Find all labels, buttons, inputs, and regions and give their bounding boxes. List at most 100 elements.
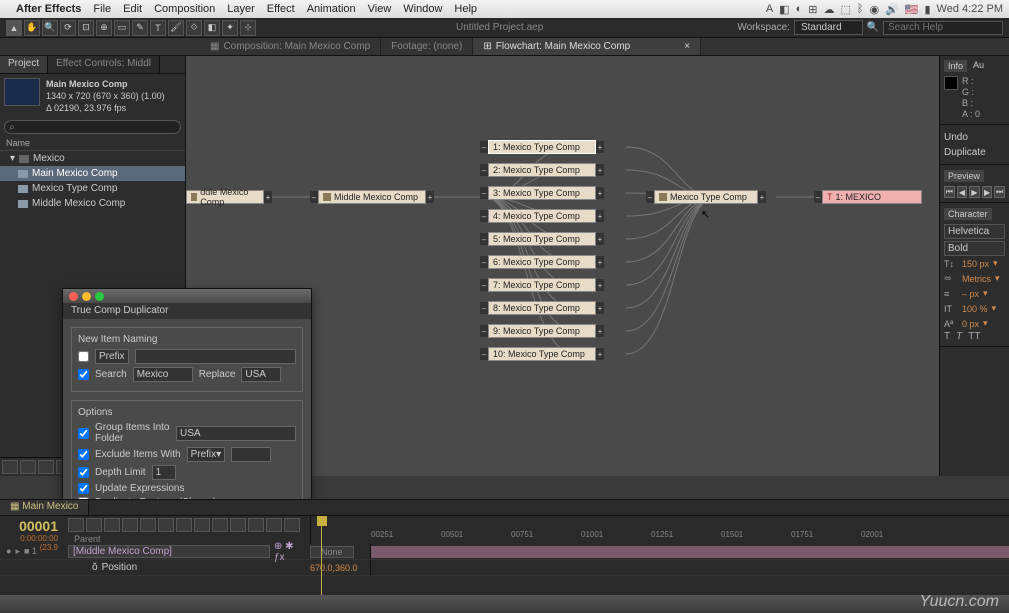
layer-row[interactable]: ●▸■ 1 [Middle Mexico Comp]⊕ ✱ ƒx None <box>0 544 1009 560</box>
exclude-input[interactable] <box>231 447 271 462</box>
search-checkbox[interactable] <box>78 369 89 380</box>
prefix-mode[interactable]: Prefix <box>95 349 129 364</box>
roto-tool[interactable]: ✦ <box>222 20 238 36</box>
selection-tool[interactable]: ▲ <box>6 20 22 36</box>
menu-effect[interactable]: Effect <box>267 3 295 15</box>
timeline-tab[interactable]: ▦ Main Mexico <box>0 500 89 515</box>
wifi-icon[interactable]: ◉ <box>869 3 879 16</box>
help-search[interactable] <box>883 21 1003 35</box>
rotate-tool[interactable]: ⟳ <box>60 20 76 36</box>
depth-input[interactable] <box>152 465 176 480</box>
next-frame-button[interactable]: ▶ <box>982 186 993 198</box>
flow-node[interactable]: –9: Mexico Type Comp+ <box>488 324 596 338</box>
flow-node[interactable]: –10: Mexico Type Comp+ <box>488 347 596 361</box>
display-icon[interactable]: ⊞ <box>808 3 817 16</box>
folder-row[interactable]: ▾Mexico <box>0 151 185 166</box>
brush-tool[interactable]: 🖌 <box>168 20 184 36</box>
project-tab[interactable]: Project <box>0 56 48 73</box>
timeline-tool[interactable] <box>122 518 138 532</box>
vscale[interactable]: 100 % <box>962 304 988 314</box>
prefix-input[interactable] <box>135 349 296 364</box>
eraser-tool[interactable]: ◧ <box>204 20 220 36</box>
bold-icon[interactable]: T <box>944 331 950 342</box>
timeline-tool[interactable] <box>284 518 300 532</box>
font-size[interactable]: 150 px <box>962 259 989 269</box>
search-input[interactable] <box>133 367 193 382</box>
cloud-icon[interactable]: ☁ <box>823 3 834 16</box>
flow-node[interactable]: –2: Mexico Type Comp+ <box>488 163 596 177</box>
puppet-tool[interactable]: ⊹ <box>240 20 256 36</box>
italic-icon[interactable]: T <box>956 331 962 342</box>
flow-node[interactable]: –3: Mexico Type Comp+ <box>488 186 596 200</box>
replace-input[interactable] <box>241 367 281 382</box>
window-titlebar[interactable] <box>63 289 311 303</box>
character-tab[interactable]: Character <box>944 208 992 220</box>
app-menu[interactable]: After Effects <box>16 3 81 15</box>
flow-node[interactable]: –Mexico Type Comp+ <box>654 190 758 204</box>
timeline-tool[interactable] <box>212 518 228 532</box>
tab-composition[interactable]: ▦Composition: Main Mexico Comp <box>200 38 381 55</box>
hand-tool[interactable]: ✋ <box>24 20 40 36</box>
zoom-tool[interactable]: 🔍 <box>42 20 58 36</box>
type-tool[interactable]: T <box>150 20 166 36</box>
layer-source[interactable]: [Middle Mexico Comp] <box>68 545 270 558</box>
flow-node[interactable]: –Middle Mexico Comp+ <box>318 190 426 204</box>
timeline-tool[interactable] <box>176 518 192 532</box>
flow-node[interactable]: –6: Mexico Type Comp+ <box>488 255 596 269</box>
first-frame-button[interactable]: ⏮ <box>944 186 955 198</box>
group-folder-input[interactable] <box>176 426 296 441</box>
adobe-icon[interactable]: A <box>766 3 773 15</box>
workspace-select[interactable]: Standard <box>794 20 863 35</box>
battery-icon[interactable]: ▮ <box>924 3 930 16</box>
group-checkbox[interactable] <box>78 428 89 439</box>
project-item[interactable]: Middle Mexico Comp <box>0 196 185 211</box>
blend-mode[interactable]: None <box>310 546 354 558</box>
bluetooth-icon[interactable]: ᛒ <box>857 3 864 15</box>
cti-head[interactable] <box>317 516 327 526</box>
interpret-icon[interactable] <box>2 460 18 474</box>
tab-flowchart[interactable]: ⊞Flowchart: Main Mexico Comp× <box>473 38 701 55</box>
col-header-name[interactable]: Name <box>0 136 185 151</box>
tracking[interactable]: – px <box>962 289 979 299</box>
clock[interactable]: Wed 4:22 PM <box>937 3 1003 15</box>
kerning[interactable]: Metrics <box>962 274 991 284</box>
property-row[interactable]: ŏPosition 670.0,360.0 <box>0 560 1009 576</box>
timeline-tool[interactable] <box>68 518 84 532</box>
flow-node[interactable]: ddle Mexico Comp+ <box>186 190 264 204</box>
clone-tool[interactable]: ⟐ <box>186 20 202 36</box>
font-select[interactable]: Helvetica <box>944 224 1005 239</box>
tab-footage[interactable]: Footage: (none) <box>381 38 473 55</box>
menu-animation[interactable]: Animation <box>307 3 356 15</box>
last-frame-button[interactable]: ⏭ <box>994 186 1005 198</box>
current-time[interactable]: 00001 <box>4 518 58 534</box>
dropbox-icon[interactable]: ⬚ <box>840 3 850 16</box>
timeline-tool[interactable] <box>266 518 282 532</box>
flag-icon[interactable]: 🇺🇸 <box>905 3 919 16</box>
status-icon[interactable]: ◧ <box>779 3 789 16</box>
prefix-checkbox[interactable] <box>78 351 89 362</box>
pen-tool[interactable]: ✎ <box>132 20 148 36</box>
menu-window[interactable]: Window <box>403 3 442 15</box>
effect-controls-tab[interactable]: Effect Controls: Middl <box>48 56 160 73</box>
time-ruler[interactable]: 00251 00501 00751 01001 01251 01501 0175… <box>310 516 1009 544</box>
timeline-tool[interactable] <box>248 518 264 532</box>
menu-file[interactable]: File <box>93 3 111 15</box>
flow-node[interactable]: –4: Mexico Type Comp+ <box>488 209 596 223</box>
prev-frame-button[interactable]: ◀ <box>957 186 968 198</box>
camera-tool[interactable]: ⊡ <box>78 20 94 36</box>
info-tab[interactable]: Info <box>944 60 967 72</box>
style-select[interactable]: Bold <box>944 241 1005 256</box>
depth-checkbox[interactable] <box>78 467 89 478</box>
play-button[interactable]: ▶ <box>969 186 980 198</box>
flow-node[interactable]: –8: Mexico Type Comp+ <box>488 301 596 315</box>
menu-edit[interactable]: Edit <box>123 3 142 15</box>
project-item[interactable]: Mexico Type Comp <box>0 181 185 196</box>
timeline-tool[interactable] <box>230 518 246 532</box>
history-undo[interactable]: Undo <box>944 130 1005 145</box>
timeline-tool[interactable] <box>104 518 120 532</box>
zoom-icon[interactable] <box>95 292 104 301</box>
status-icon[interactable]: ◐ <box>796 3 803 15</box>
menu-help[interactable]: Help <box>454 3 477 15</box>
layer-bar[interactable] <box>371 546 1009 558</box>
exclude-checkbox[interactable] <box>78 449 89 460</box>
